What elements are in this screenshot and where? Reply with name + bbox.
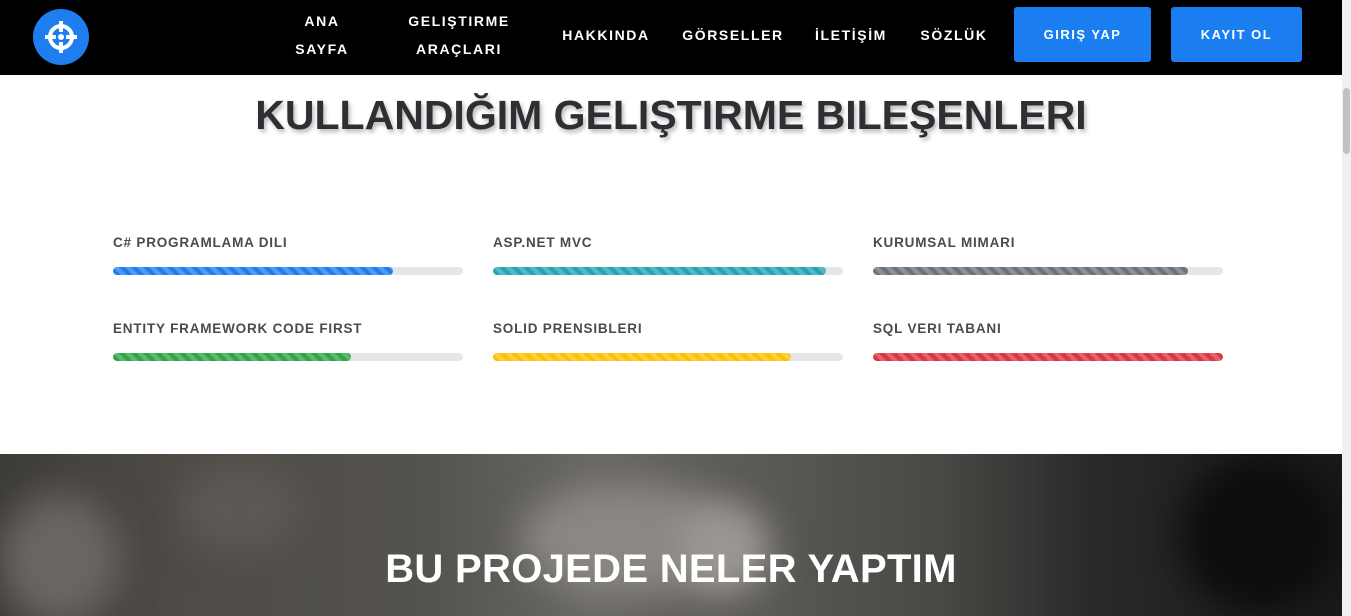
logo[interactable]: [33, 9, 89, 65]
skill-label: SOLID PRENSIBLERI: [493, 321, 643, 336]
skill-progress-bar: [493, 267, 843, 275]
skill-progress-fill: [873, 267, 1188, 275]
page-scrollbar[interactable]: [1342, 0, 1351, 616]
nav-link-home[interactable]: ANA SAYFA: [278, 7, 366, 63]
skills-section-title: KULLANDIĞIM GELIŞTIRME BILEŞENLERI: [255, 92, 1087, 138]
skill-label: ASP.NET MVC: [493, 235, 593, 250]
nav-link-dev-tools-label: GELIŞTIRME ARAÇLARI: [408, 13, 510, 57]
signup-button[interactable]: KAYIT OL: [1171, 7, 1302, 62]
skill-item: SQL VERI TABANI: [873, 319, 1223, 361]
skill-progress-fill: [873, 353, 1223, 361]
skill-item: ASP.NET MVC: [493, 233, 843, 275]
crosshair-icon: [45, 21, 77, 53]
project-section-title: BU PROJEDE NELER YAPTIM: [385, 547, 957, 591]
skill-item: SOLID PRENSIBLERI: [493, 319, 843, 361]
nav-link-contact[interactable]: İLETİŞİM: [806, 21, 896, 49]
skill-progress-bar: [873, 353, 1223, 361]
skill-progress-bar: [493, 353, 843, 361]
skill-progress-fill: [493, 267, 826, 275]
skill-item: KURUMSAL MIMARI: [873, 233, 1223, 275]
login-button[interactable]: GIRIŞ YAP: [1014, 7, 1151, 62]
skill-label: KURUMSAL MIMARI: [873, 235, 1016, 250]
project-section: BU PROJEDE NELER YAPTIM: [0, 454, 1342, 616]
skill-progress-fill: [113, 353, 351, 361]
nav-link-dictionary[interactable]: SÖZLÜK: [913, 21, 995, 49]
skill-label: ENTITY FRAMEWORK CODE FIRST: [113, 321, 363, 336]
skill-progress-fill: [493, 353, 791, 361]
background-blur: [180, 464, 300, 554]
skill-progress-bar: [873, 267, 1223, 275]
nav-link-home-label: ANA SAYFA: [295, 13, 349, 57]
nav-link-dev-tools[interactable]: GELIŞTIRME ARAÇLARI: [400, 7, 518, 63]
skill-label: SQL VERI TABANI: [873, 321, 1002, 336]
skill-progress-bar: [113, 353, 463, 361]
skill-progress-fill: [113, 267, 393, 275]
scrollbar-thumb[interactable]: [1343, 88, 1350, 154]
skill-item: ENTITY FRAMEWORK CODE FIRST: [113, 319, 463, 361]
top-navbar: ANA SAYFA GELIŞTIRME ARAÇLARI HAKKINDA G…: [0, 0, 1342, 75]
skill-progress-bar: [113, 267, 463, 275]
skill-label: C# PROGRAMLAMA DILI: [113, 235, 288, 250]
nav-link-gallery[interactable]: GÖRSELLER: [678, 21, 788, 49]
skill-item: C# PROGRAMLAMA DILI: [113, 233, 463, 275]
nav-link-about[interactable]: HAKKINDA: [556, 21, 656, 49]
